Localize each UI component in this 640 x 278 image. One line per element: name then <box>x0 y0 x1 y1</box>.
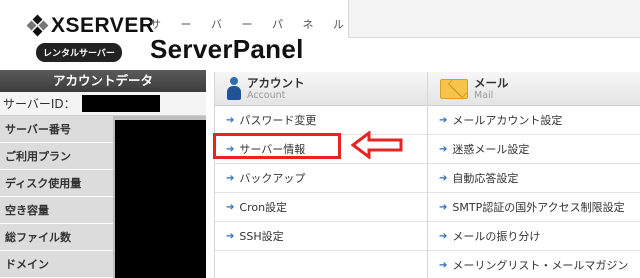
server-number-label: サーバー番号 <box>0 116 113 143</box>
menu-item-label: メーリングリスト・メールマガジン <box>452 259 629 272</box>
menu-item-label: Cron設定 <box>239 201 288 214</box>
menu-item-label: 自動応答設定 <box>452 172 519 185</box>
mail-menu-title: メール <box>474 75 509 90</box>
server-id-redaction <box>81 95 160 112</box>
smtp-foreign-access-link[interactable]: ➔ SMTP認証の国外アクセス制限設定 <box>428 193 640 222</box>
arrow-right-icon: ➔ <box>439 259 448 271</box>
server-id-row: サーバーID： <box>0 92 206 116</box>
mail-filter-link[interactable]: ➔ メールの振り分け <box>428 222 640 251</box>
pointer-arrow-icon <box>351 131 403 159</box>
account-values-redaction <box>115 120 206 278</box>
brand-name: XSERVER <box>51 14 155 37</box>
menu-grid: アカウント Account ➔ パスワード変更 ➔ サーバー情報 ➔ バックアップ ➔… <box>214 72 640 278</box>
header-right-pane <box>348 0 640 38</box>
server-id-label: サーバーID： <box>3 97 76 111</box>
plan-label: ご利用プラン <box>0 143 113 170</box>
disk-usage-label: ディスク使用量 <box>0 170 113 197</box>
account-menu-title: アカウント <box>247 75 305 90</box>
menu-item-label: メールアカウント設定 <box>452 114 563 127</box>
person-icon <box>227 76 241 101</box>
xserver-diamond-icon <box>26 14 49 37</box>
cron-settings-link[interactable]: ➔ Cron設定 <box>215 193 427 222</box>
spam-settings-link[interactable]: ➔ 迷惑メール設定 <box>428 135 640 164</box>
mail-menu-header: メール Mail <box>428 72 640 106</box>
account-menu-header: アカウント Account <box>215 72 427 106</box>
header: XSERVER レンタルサーバー サ ー バ ー パ ネ ル ServerPan… <box>0 0 640 70</box>
mail-menu-subtitle: Mail <box>474 89 494 101</box>
account-menu-column: アカウント Account ➔ パスワード変更 ➔ サーバー情報 ➔ バックアップ ➔… <box>214 72 427 278</box>
mail-menu-column: メール Mail ➔ メールアカウント設定 ➔ 迷惑メール設定 ➔ 自動応答設定 ➔ S… <box>427 72 640 278</box>
menu-item-label: パスワード変更 <box>239 114 317 127</box>
arrow-right-icon: ➔ <box>439 114 448 126</box>
menu-item-label: 迷惑メール設定 <box>452 143 530 156</box>
backup-link[interactable]: ➔ バックアップ <box>215 164 427 193</box>
free-space-label: 空き容量 <box>0 197 113 224</box>
arrow-right-icon: ➔ <box>439 172 448 184</box>
account-menu-subtitle: Account <box>247 89 286 101</box>
arrow-right-icon: ➔ <box>439 201 448 213</box>
server-info-highlight-box <box>213 133 341 159</box>
server-panel-title: ServerPanel <box>150 34 304 64</box>
server-panel-logo: サ ー バ ー パ ネ ル ServerPanel <box>150 16 352 65</box>
menu-item-label: SSH設定 <box>239 230 284 243</box>
menu-item-label: SMTP認証の国外アクセス制限設定 <box>452 201 625 214</box>
arrow-right-icon: ➔ <box>226 201 235 213</box>
server-panel-kana: サ ー バ ー パ ネ ル <box>150 18 352 31</box>
arrow-right-icon: ➔ <box>226 114 235 126</box>
menu-item-label: バックアップ <box>239 172 306 185</box>
rental-server-badge: レンタルサーバー <box>36 43 122 62</box>
domain-label: ドメイン <box>0 251 113 278</box>
total-files-label: 総ファイル数 <box>0 224 113 251</box>
account-data-title: アカウントデータ <box>0 70 206 92</box>
arrow-right-icon: ➔ <box>226 230 235 242</box>
ssh-settings-link[interactable]: ➔ SSH設定 <box>215 222 427 251</box>
account-data-panel: アカウントデータ サーバーID： サーバー番号 ご利用プラン ディスク使用量 空… <box>0 70 206 278</box>
mailing-list-link[interactable]: ➔ メーリングリスト・メールマガジン <box>428 251 640 278</box>
auto-reply-settings-link[interactable]: ➔ 自動応答設定 <box>428 164 640 193</box>
arrow-right-icon: ➔ <box>226 172 235 184</box>
arrow-right-icon: ➔ <box>439 143 448 155</box>
menu-item-label: メールの振り分け <box>452 230 541 243</box>
arrow-right-icon: ➔ <box>439 230 448 242</box>
envelope-icon <box>440 78 468 99</box>
xserver-logo[interactable]: XSERVER レンタルサーバー <box>26 14 155 62</box>
mail-account-settings-link[interactable]: ➔ メールアカウント設定 <box>428 106 640 135</box>
